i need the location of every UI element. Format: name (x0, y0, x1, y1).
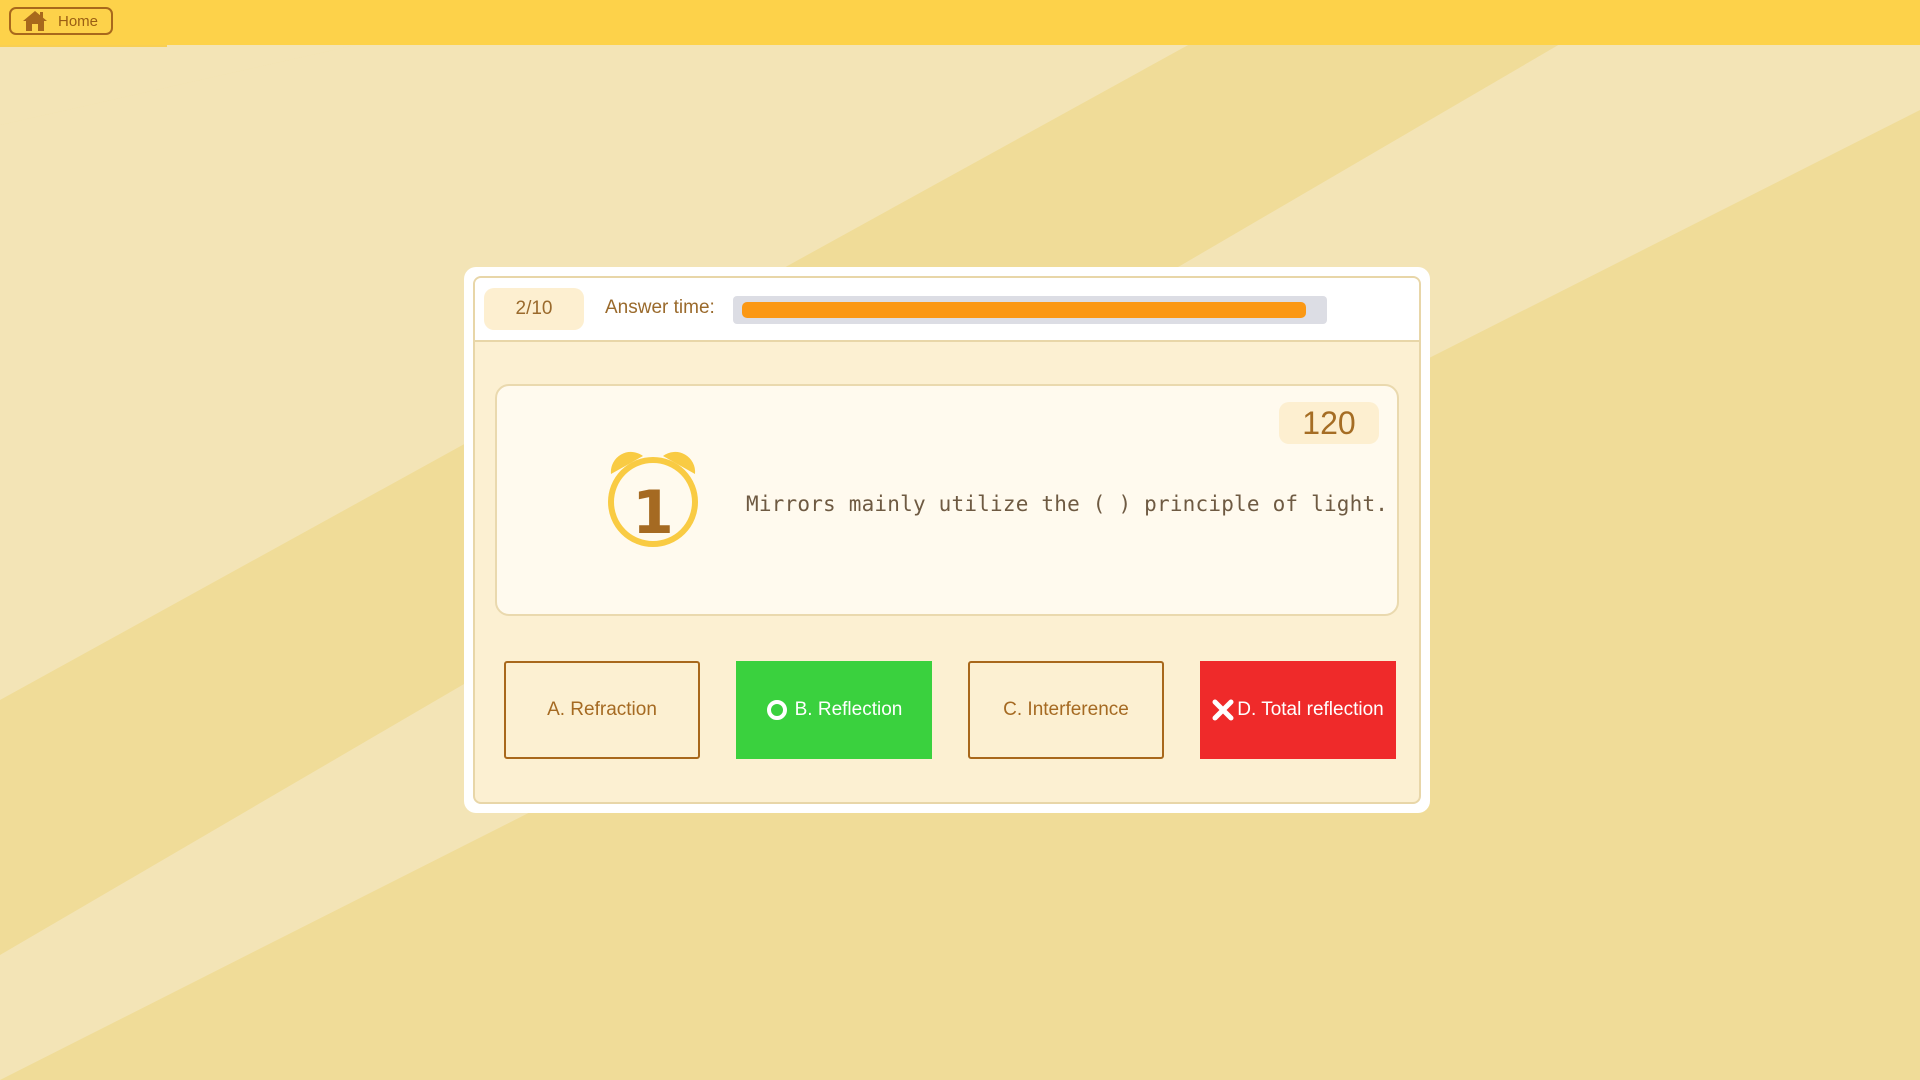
option-d-label: D. Total reflection (1237, 699, 1384, 720)
timer-bar (733, 296, 1327, 324)
option-c-label: C. Interference (1003, 699, 1129, 720)
timer-bar-fill (742, 302, 1306, 318)
top-bar-shadow (0, 45, 167, 47)
question-progress: 2/10 (484, 288, 584, 330)
option-d-button[interactable]: D. Total reflection (1200, 661, 1396, 759)
question-number: 1 (632, 478, 674, 548)
quiz-header: 2/10 Answer time: (475, 278, 1419, 342)
timer-label: Answer time: (605, 297, 715, 318)
home-button[interactable]: Home (9, 7, 113, 35)
alarm-clock-icon: 1 (603, 444, 703, 554)
quiz-card: 2/10 Answer time: 120 1 Mirrors mainly u… (473, 276, 1421, 804)
option-a-label: A. Refraction (547, 699, 657, 720)
house-icon (21, 9, 49, 33)
option-c-button[interactable]: C. Interference (968, 661, 1164, 759)
app-stage: Home 2/10 Answer time: 120 1 Mirrors mai… (0, 0, 1920, 1080)
question-panel: 120 1 Mirrors mainly utilize the ( ) pri… (495, 384, 1399, 616)
option-b-label: B. Reflection (794, 699, 903, 720)
top-bar (0, 0, 1920, 45)
ring-icon (766, 699, 788, 721)
option-a-button[interactable]: A. Refraction (504, 661, 700, 759)
question-text: Mirrors mainly utilize the ( ) principle… (746, 492, 1389, 516)
score-badge: 120 (1279, 402, 1379, 444)
home-label: Home (58, 12, 99, 30)
option-b-button[interactable]: B. Reflection (736, 661, 932, 759)
cross-icon (1212, 699, 1234, 721)
